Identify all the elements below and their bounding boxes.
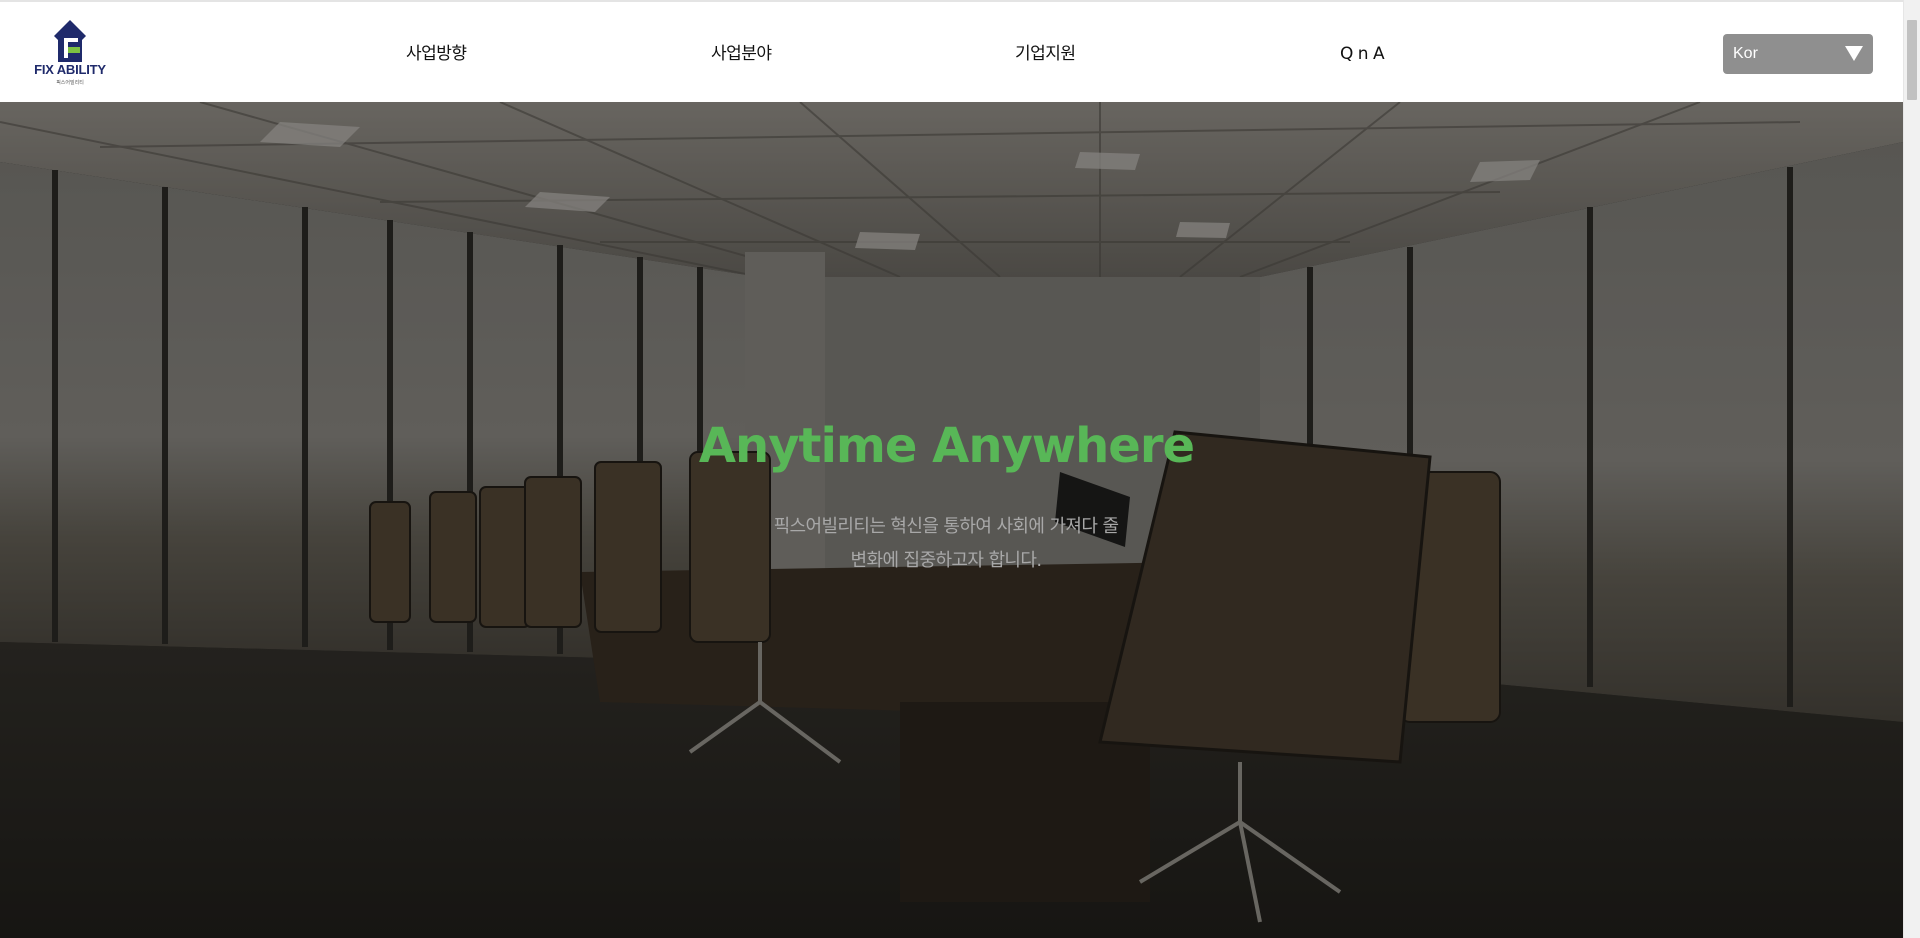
logo-text: FIX ABILITY <box>34 62 106 77</box>
logo-subtext: 픽스어빌리티 <box>56 80 84 86</box>
page: FIX ABILITY 픽스어빌리티 사업방향 사업분야 기업지원 Q n A … <box>0 0 1920 938</box>
scrollbar-thumb[interactable] <box>1907 20 1917 100</box>
logo-mark-icon <box>54 20 86 62</box>
hero-section: Anytime Anywhere 픽스어빌리티는 혁신을 통하여 사회에 가져다… <box>0 102 1903 938</box>
site-header: FIX ABILITY 픽스어빌리티 사업방향 사업분야 기업지원 Q n A … <box>0 0 1903 102</box>
hero-description-line-2: 변화에 집중하고자 합니다. <box>850 550 1043 571</box>
logo[interactable]: FIX ABILITY 픽스어빌리티 <box>28 18 112 86</box>
hero-description-line-1: 픽스어빌리티는 혁신을 통하여 사회에 가져다 줄 <box>773 516 1119 537</box>
nav-item-business-direction[interactable]: 사업방향 <box>406 42 467 66</box>
nav-item-corporate-support[interactable]: 기업지원 <box>1015 42 1076 66</box>
nav-item-business-field[interactable]: 사업분야 <box>711 42 772 66</box>
page-scrollbar[interactable] <box>1903 0 1920 938</box>
language-select-value: Kor <box>1733 45 1758 62</box>
hero-title: Anytime Anywhere <box>698 418 1195 474</box>
hero-description: 픽스어빌리티는 혁신을 통하여 사회에 가져다 줄 변화에 집중하고자 합니다. <box>700 510 1192 578</box>
triangle-down-icon <box>1845 46 1863 61</box>
language-select[interactable]: Kor <box>1723 34 1873 74</box>
nav-item-qna[interactable]: Q n A <box>1340 42 1385 66</box>
